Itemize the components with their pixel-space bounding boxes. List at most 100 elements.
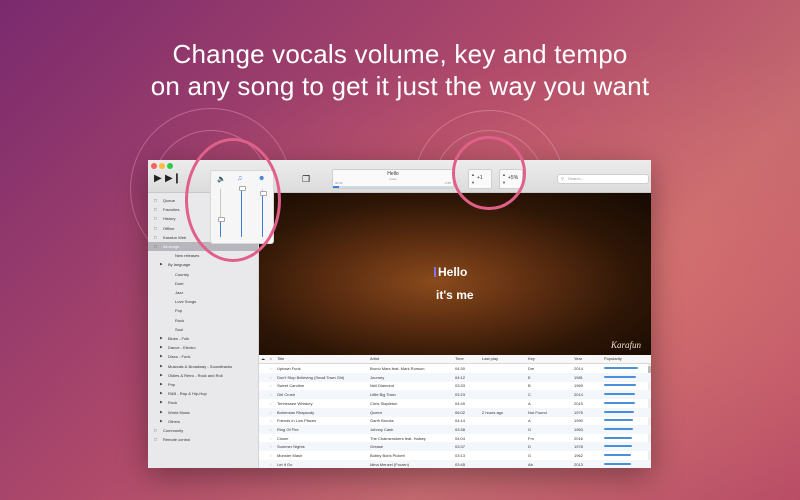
table-row[interactable]: ☆ Don't Stop Believing (Small Town Girl) J…	[259, 372, 651, 382]
sidebar-item[interactable]: ▶ Rock	[148, 398, 258, 407]
favorite-column-icon[interactable]: ☆	[269, 355, 273, 363]
cell-year: 1963	[574, 426, 583, 432]
table-row[interactable]: ☆ Ring Of Fire Johnny Cash 03:38 G 1963	[259, 424, 651, 434]
minimize-window-button[interactable]	[159, 163, 165, 169]
cell-artist: Queen	[370, 409, 383, 415]
favorite-star-icon[interactable]: ☆	[269, 390, 273, 399]
sidebar-item[interactable]: ▶ Disco - Funk	[148, 352, 258, 361]
cell-time: 03:23	[455, 392, 466, 398]
sidebar-item[interactable]: Pop	[148, 306, 258, 315]
sidebar-item-label: Musicals & Broadway - Soundtracks	[168, 363, 233, 369]
sidebar-item[interactable]: Love Songs	[148, 297, 258, 306]
cell-time: 04:14	[455, 418, 466, 424]
favorite-star-icon[interactable]: ☆	[269, 425, 273, 434]
cell-key: G	[528, 426, 532, 432]
expand-triangle-icon[interactable]: ▶	[160, 389, 163, 398]
zoom-window-button[interactable]	[167, 163, 173, 169]
favorite-star-icon[interactable]: ☆	[269, 442, 273, 451]
cell-artist: Bobby Boris Pickett	[370, 453, 405, 458]
sidebar-item-label: Karafun Web	[163, 234, 187, 240]
sidebar-item[interactable]: ▶ By language	[148, 260, 258, 269]
cell-year: 1981	[574, 374, 583, 380]
column-popularity[interactable]: Popularity	[604, 355, 622, 363]
play-icon[interactable]: ▶	[154, 174, 162, 184]
table-row[interactable]: ☆ Tennessee Whiskey Chris Stapleton 04:49 A 2…	[259, 399, 651, 408]
sidebar-item[interactable]: Country	[148, 270, 258, 279]
sidebar-item[interactable]: □ Community	[148, 426, 258, 435]
sidebar-item[interactable]: ▶ R&B - Rap & Hip-Hop	[148, 389, 258, 398]
favorite-star-icon[interactable]: ☆	[269, 460, 273, 468]
search-placeholder: Search...	[568, 176, 585, 181]
cell-artist: Journey	[370, 374, 385, 380]
table-row[interactable]: ☆ Summer Nights Grease 03:37 D 1978	[259, 442, 651, 452]
table-row[interactable]: ☆ Monster Mash Bobby Boris Pickett 03:13 G 19…	[259, 451, 651, 460]
expand-triangle-icon[interactable]: ▶	[160, 260, 163, 269]
sidebar-item[interactable]: ▶ Oldies & Retro - Rock and Roll	[148, 371, 258, 380]
offline-column-icon[interactable]: ☁	[261, 355, 265, 363]
favorite-star-icon[interactable]: ☆	[269, 416, 273, 425]
table-row[interactable]: ☆ Uptown Funk Bruno Mars feat. Mark Ronson…	[259, 364, 651, 373]
sidebar-item-label: Disco - Funk	[168, 354, 191, 360]
table-row[interactable]: ☆ Friends in Low Places Garth Brooks 04:14 A…	[259, 416, 651, 425]
sidebar-item[interactable]: □ Remote control	[148, 435, 258, 444]
popularity-bar	[604, 436, 633, 439]
progress-bar[interactable]	[333, 186, 453, 188]
favorite-star-icon[interactable]: ☆	[269, 451, 273, 460]
sidebar-item-label: Pop	[175, 308, 183, 314]
cell-key: G	[528, 453, 532, 458]
column-title[interactable]: Title	[277, 355, 284, 363]
sidebar-item[interactable]: Jazz	[148, 288, 258, 297]
popularity-bar	[604, 454, 631, 456]
sidebar-item[interactable]: ▶ World Music	[148, 408, 258, 417]
lyric-line-1-text: Hello	[438, 265, 468, 279]
column-time[interactable]: Time	[455, 355, 464, 363]
clock-icon: □	[154, 216, 157, 222]
favorite-star-icon[interactable]: ☆	[269, 364, 273, 373]
column-key[interactable]: Key	[528, 355, 535, 363]
favorite-star-icon[interactable]: ☆	[269, 399, 273, 408]
sidebar-item[interactable]: ▶ Dance - Electro	[148, 343, 258, 352]
expand-triangle-icon[interactable]: ▶	[160, 343, 163, 352]
table-row[interactable]: ☆ Girl Crush Little Big Town 03:23 C 2014	[259, 390, 651, 400]
marketing-headline: Change vocals volume, key and tempo on a…	[0, 38, 800, 102]
favorite-star-icon[interactable]: ☆	[269, 381, 273, 390]
expand-triangle-icon[interactable]: ▶	[160, 417, 163, 426]
sidebar-item-label: Blues - Folk	[168, 336, 190, 341]
close-window-button[interactable]	[151, 163, 157, 169]
expand-triangle-icon[interactable]: ▶	[160, 380, 163, 389]
table-row[interactable]: ☆ Closer The Chainsmokers feat. Halsey 04:0…	[259, 434, 651, 443]
skip-next-icon[interactable]: ▶❙	[165, 174, 181, 184]
table-row[interactable]: ☆ Bohemian Rhapsody Queen 06:02 2 hours ago N…	[259, 407, 651, 417]
sidebar-item[interactable]: ▶ Others	[148, 417, 258, 426]
expand-triangle-icon[interactable]: ▶	[160, 362, 163, 371]
favorite-star-icon[interactable]: ☆	[269, 434, 273, 443]
community-icon: □	[154, 428, 157, 433]
sidebar-item[interactable]: ▶ Blues - Folk	[148, 334, 258, 343]
lyric-cursor	[434, 267, 436, 277]
favorite-star-icon[interactable]: ☆	[269, 373, 273, 382]
column-year[interactable]: Year	[574, 355, 582, 363]
sidebar-item[interactable]: ▶ Musicals & Broadway - Soundtracks	[148, 362, 258, 371]
expand-triangle-icon[interactable]: ▶	[160, 334, 163, 343]
sidebar-item[interactable]: ▶ Pop	[148, 380, 258, 389]
column-last-play[interactable]: Last play	[482, 355, 498, 363]
sidebar-item[interactable]: Soul	[148, 325, 258, 334]
cell-artist: Neil Diamond	[370, 383, 395, 389]
sidebar-item[interactable]: Duet	[148, 279, 258, 288]
sidebar-item-label: New releases	[175, 253, 200, 259]
expand-triangle-icon[interactable]: ▶	[160, 408, 163, 417]
cell-title: Uptown Funk	[277, 366, 301, 371]
column-artist[interactable]: Artist	[370, 355, 379, 363]
expand-triangle-icon[interactable]: ▶	[160, 352, 163, 361]
favorite-star-icon[interactable]: ☆	[269, 408, 273, 417]
cell-year: 1990	[574, 418, 583, 424]
sidebar-item[interactable]: Rock	[148, 316, 258, 325]
expand-triangle-icon[interactable]: ▶	[160, 398, 163, 407]
expand-triangle-icon[interactable]: ▶	[160, 371, 163, 380]
table-row[interactable]: ☆ Let It Go Idina Menzel (Frozen) 03:45 Ab 20…	[259, 459, 651, 468]
table-row[interactable]: ☆ Sweet Caroline Neil Diamond 03:33 B 1969	[259, 381, 651, 390]
search-input[interactable]: ⚲ Search...	[557, 174, 649, 184]
now-playing-display[interactable]: Hello Adele 00:00 -4:55	[332, 169, 454, 189]
sidebar-item-label: Country	[175, 271, 190, 277]
screen-icon[interactable]: ❐	[302, 174, 310, 184]
